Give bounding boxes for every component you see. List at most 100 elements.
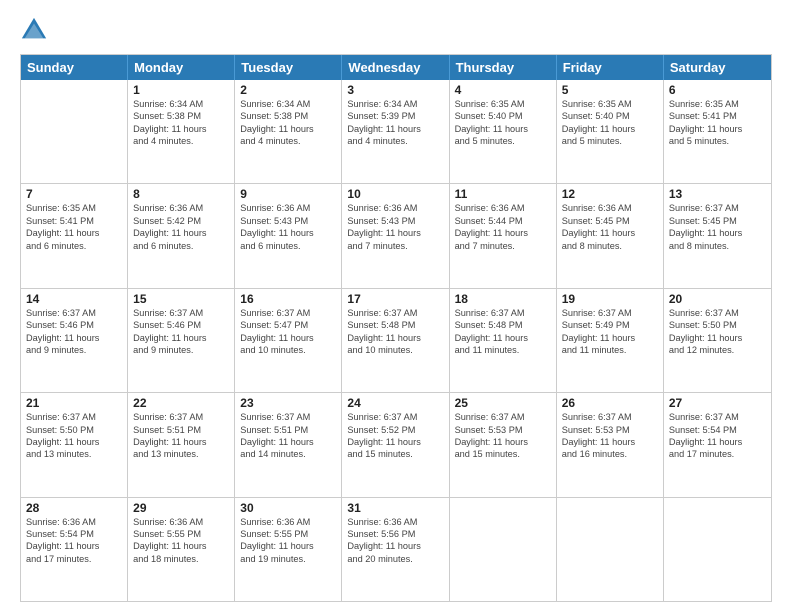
calendar-cell: 9Sunrise: 6:36 AMSunset: 5:43 PMDaylight… <box>235 184 342 287</box>
cell-info-line: and 7 minutes. <box>455 240 551 252</box>
cell-info-line: Sunrise: 6:37 AM <box>455 307 551 319</box>
calendar-header-cell: Thursday <box>450 55 557 80</box>
cell-info-line: and 18 minutes. <box>133 553 229 565</box>
cell-info-line: and 10 minutes. <box>347 344 443 356</box>
cell-info-line: Daylight: 11 hours <box>669 123 766 135</box>
cell-info-line: Sunset: 5:44 PM <box>455 215 551 227</box>
cell-info-line: Daylight: 11 hours <box>240 332 336 344</box>
cell-info-line: and 5 minutes. <box>562 135 658 147</box>
calendar-cell: 20Sunrise: 6:37 AMSunset: 5:50 PMDayligh… <box>664 289 771 392</box>
cell-info-line: Sunset: 5:43 PM <box>240 215 336 227</box>
day-number: 1 <box>133 83 229 97</box>
cell-info-line: Daylight: 11 hours <box>562 436 658 448</box>
calendar-week-row: 14Sunrise: 6:37 AMSunset: 5:46 PMDayligh… <box>21 288 771 392</box>
cell-info-line: Daylight: 11 hours <box>26 436 122 448</box>
cell-info-line: Sunset: 5:50 PM <box>26 424 122 436</box>
cell-info-line: Sunset: 5:52 PM <box>347 424 443 436</box>
cell-info-line: Daylight: 11 hours <box>347 540 443 552</box>
cell-info-line: Sunset: 5:41 PM <box>669 110 766 122</box>
day-number: 9 <box>240 187 336 201</box>
cell-info-line: and 11 minutes. <box>455 344 551 356</box>
day-number: 13 <box>669 187 766 201</box>
calendar: SundayMondayTuesdayWednesdayThursdayFrid… <box>20 54 772 602</box>
cell-info-line: and 9 minutes. <box>26 344 122 356</box>
cell-info-line: Daylight: 11 hours <box>133 540 229 552</box>
calendar-cell: 27Sunrise: 6:37 AMSunset: 5:54 PMDayligh… <box>664 393 771 496</box>
cell-info-line: Sunrise: 6:37 AM <box>133 307 229 319</box>
calendar-cell: 12Sunrise: 6:36 AMSunset: 5:45 PMDayligh… <box>557 184 664 287</box>
calendar-cell: 4Sunrise: 6:35 AMSunset: 5:40 PMDaylight… <box>450 80 557 183</box>
day-number: 15 <box>133 292 229 306</box>
day-number: 12 <box>562 187 658 201</box>
calendar-cell: 1Sunrise: 6:34 AMSunset: 5:38 PMDaylight… <box>128 80 235 183</box>
day-number: 14 <box>26 292 122 306</box>
cell-info-line: Sunrise: 6:37 AM <box>669 411 766 423</box>
calendar-cell <box>664 498 771 601</box>
cell-info-line: Daylight: 11 hours <box>347 123 443 135</box>
cell-info-line: Sunset: 5:55 PM <box>133 528 229 540</box>
cell-info-line: Sunrise: 6:35 AM <box>26 202 122 214</box>
cell-info-line: Sunset: 5:40 PM <box>562 110 658 122</box>
calendar-header-row: SundayMondayTuesdayWednesdayThursdayFrid… <box>21 55 771 80</box>
day-number: 17 <box>347 292 443 306</box>
calendar-cell: 30Sunrise: 6:36 AMSunset: 5:55 PMDayligh… <box>235 498 342 601</box>
cell-info-line: Sunrise: 6:37 AM <box>26 411 122 423</box>
cell-info-line: Sunset: 5:51 PM <box>133 424 229 436</box>
calendar-cell: 24Sunrise: 6:37 AMSunset: 5:52 PMDayligh… <box>342 393 449 496</box>
cell-info-line: and 5 minutes. <box>669 135 766 147</box>
cell-info-line: and 12 minutes. <box>669 344 766 356</box>
cell-info-line: Sunrise: 6:34 AM <box>347 98 443 110</box>
cell-info-line: Daylight: 11 hours <box>455 332 551 344</box>
cell-info-line: Sunset: 5:45 PM <box>562 215 658 227</box>
cell-info-line: Daylight: 11 hours <box>26 227 122 239</box>
cell-info-line: and 6 minutes. <box>240 240 336 252</box>
calendar-header-cell: Wednesday <box>342 55 449 80</box>
day-number: 26 <box>562 396 658 410</box>
day-number: 3 <box>347 83 443 97</box>
cell-info-line: Daylight: 11 hours <box>669 227 766 239</box>
cell-info-line: Sunset: 5:38 PM <box>240 110 336 122</box>
cell-info-line: Sunrise: 6:36 AM <box>240 516 336 528</box>
cell-info-line: and 7 minutes. <box>347 240 443 252</box>
calendar-cell: 28Sunrise: 6:36 AMSunset: 5:54 PMDayligh… <box>21 498 128 601</box>
cell-info-line: and 19 minutes. <box>240 553 336 565</box>
cell-info-line: Sunrise: 6:36 AM <box>347 516 443 528</box>
calendar-header-cell: Tuesday <box>235 55 342 80</box>
cell-info-line: Sunrise: 6:37 AM <box>347 307 443 319</box>
cell-info-line: and 20 minutes. <box>347 553 443 565</box>
cell-info-line: Sunset: 5:49 PM <box>562 319 658 331</box>
calendar-cell: 14Sunrise: 6:37 AMSunset: 5:46 PMDayligh… <box>21 289 128 392</box>
cell-info-line: Sunrise: 6:37 AM <box>562 411 658 423</box>
cell-info-line: and 13 minutes. <box>26 448 122 460</box>
cell-info-line: Sunset: 5:48 PM <box>347 319 443 331</box>
cell-info-line: Sunrise: 6:37 AM <box>240 411 336 423</box>
cell-info-line: Sunrise: 6:36 AM <box>240 202 336 214</box>
calendar-cell: 7Sunrise: 6:35 AMSunset: 5:41 PMDaylight… <box>21 184 128 287</box>
cell-info-line: Daylight: 11 hours <box>26 540 122 552</box>
cell-info-line: Sunset: 5:56 PM <box>347 528 443 540</box>
calendar-cell: 10Sunrise: 6:36 AMSunset: 5:43 PMDayligh… <box>342 184 449 287</box>
cell-info-line: and 11 minutes. <box>562 344 658 356</box>
cell-info-line: Daylight: 11 hours <box>347 332 443 344</box>
cell-info-line: and 17 minutes. <box>669 448 766 460</box>
cell-info-line: Daylight: 11 hours <box>455 123 551 135</box>
cell-info-line: Daylight: 11 hours <box>240 227 336 239</box>
cell-info-line: Sunset: 5:48 PM <box>455 319 551 331</box>
cell-info-line: and 17 minutes. <box>26 553 122 565</box>
header <box>20 16 772 44</box>
cell-info-line: Sunrise: 6:36 AM <box>133 516 229 528</box>
cell-info-line: Daylight: 11 hours <box>133 332 229 344</box>
cell-info-line: and 13 minutes. <box>133 448 229 460</box>
cell-info-line: Daylight: 11 hours <box>133 123 229 135</box>
cell-info-line: Sunrise: 6:36 AM <box>562 202 658 214</box>
calendar-week-row: 7Sunrise: 6:35 AMSunset: 5:41 PMDaylight… <box>21 183 771 287</box>
cell-info-line: Sunset: 5:42 PM <box>133 215 229 227</box>
calendar-week-row: 28Sunrise: 6:36 AMSunset: 5:54 PMDayligh… <box>21 497 771 601</box>
cell-info-line: Daylight: 11 hours <box>26 332 122 344</box>
logo-icon <box>20 16 48 44</box>
cell-info-line: Sunset: 5:46 PM <box>133 319 229 331</box>
calendar-cell: 26Sunrise: 6:37 AMSunset: 5:53 PMDayligh… <box>557 393 664 496</box>
cell-info-line: Sunrise: 6:37 AM <box>669 307 766 319</box>
cell-info-line: Daylight: 11 hours <box>347 227 443 239</box>
cell-info-line: and 16 minutes. <box>562 448 658 460</box>
